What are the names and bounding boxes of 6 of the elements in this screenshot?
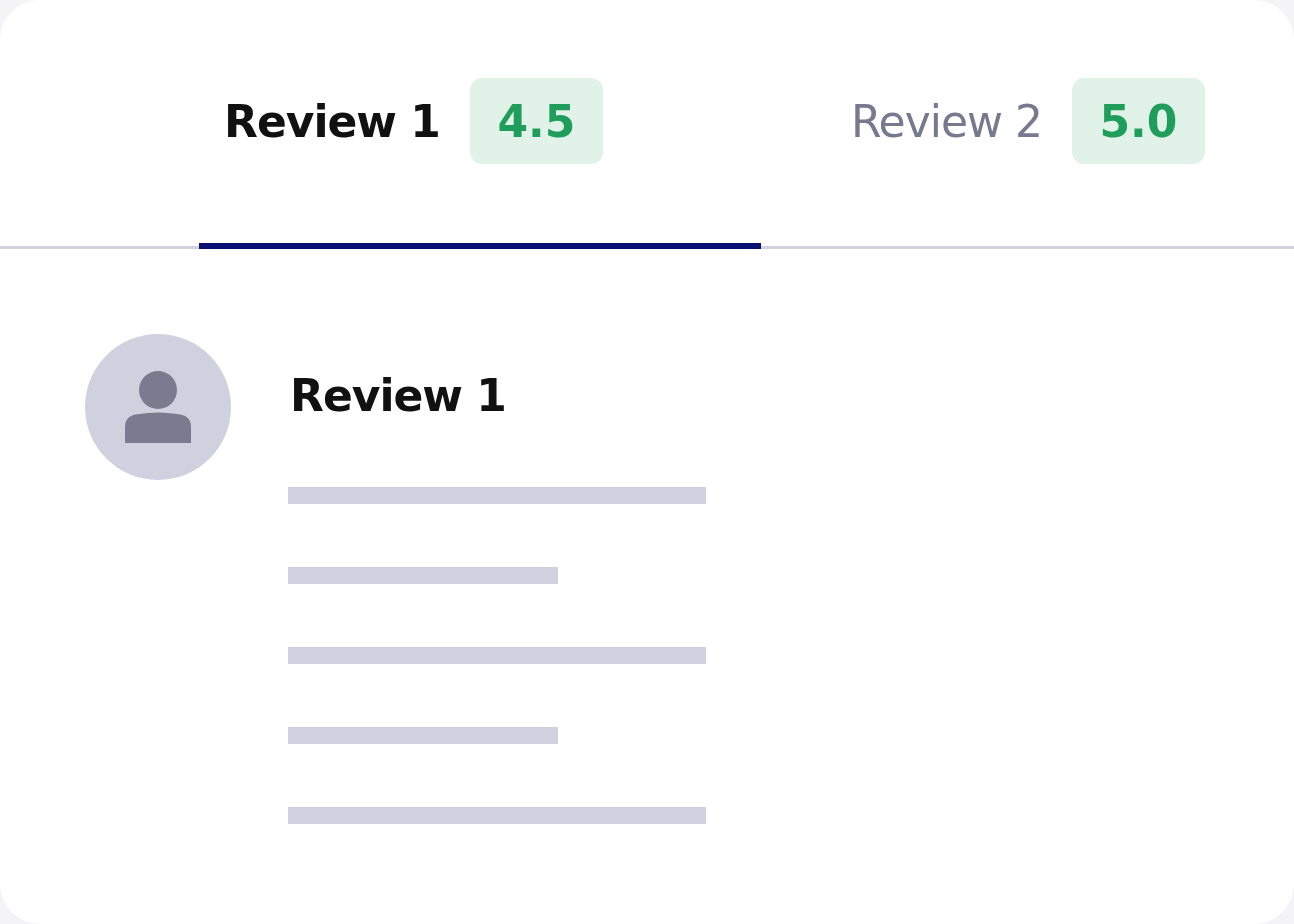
review-title: Review 1 bbox=[290, 370, 507, 421]
rating-badge: 5.0 bbox=[1071, 78, 1205, 164]
person-icon bbox=[125, 371, 191, 443]
rating-badge: 4.5 bbox=[469, 78, 603, 164]
tab[interactable]: Review 1 4.5 bbox=[199, 0, 761, 249]
tab[interactable]: Review 2 5.0 bbox=[761, 0, 1211, 249]
